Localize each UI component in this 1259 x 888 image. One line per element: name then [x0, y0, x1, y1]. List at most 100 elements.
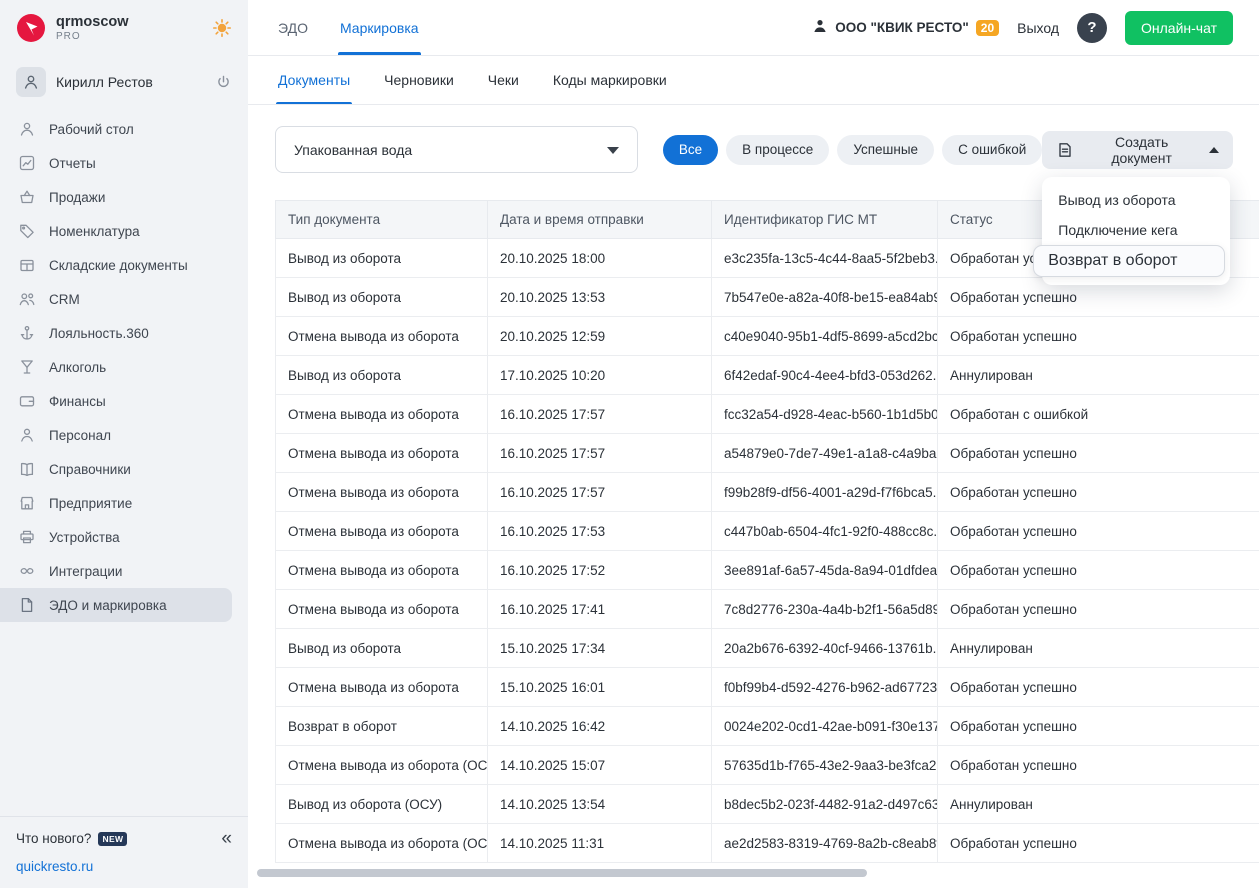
cell-date: 16.10.2025 17:57 [488, 473, 712, 512]
sidebar: qrmoscow PRO Кирилл Рестов Рабочий стол [0, 0, 248, 888]
cell-status: Обработан успешно [938, 551, 1259, 590]
cell-doc-type: Вывод из оборота (ОСУ) [276, 785, 488, 824]
help-button[interactable]: ? [1077, 13, 1107, 43]
filter-pill[interactable]: Успешные [837, 135, 934, 165]
sidebar-item[interactable]: Номенклатура [0, 214, 232, 248]
subtab[interactable]: Чеки [486, 56, 521, 104]
cell-doc-type: Вывод из оборота [276, 356, 488, 395]
create-document-button[interactable]: Создать документ [1042, 131, 1233, 169]
site-link[interactable]: quickresto.ru [16, 859, 232, 874]
sidebar-item[interactable]: Алкоголь [0, 350, 232, 384]
table-row[interactable]: Вывод из оборота 17.10.2025 10:20 6f42ed… [276, 356, 1259, 395]
cell-doc-type: Отмена вывода из оборота [276, 317, 488, 356]
cell-gis-id: 3ee891af-6a57-45da-8a94-01dfdea... [712, 551, 938, 590]
staff-icon [18, 426, 36, 444]
filter-pill[interactable]: В процессе [726, 135, 829, 165]
table-row[interactable]: Отмена вывода из оборота 16.10.2025 17:5… [276, 395, 1259, 434]
cell-gis-id: 6f42edaf-90c4-4ee4-bfd3-053d262... [712, 356, 938, 395]
workspace-icon [18, 120, 36, 138]
table-row[interactable]: Отмена вывода из оборота (ОСУ) 14.10.202… [276, 746, 1259, 785]
sidebar-item[interactable]: Продажи [0, 180, 232, 214]
sidebar-item[interactable]: Рабочий стол [0, 112, 232, 146]
user-name: Кирилл Рестов [56, 74, 153, 90]
cell-gis-id: 7b547e0e-a82a-40f8-be15-ea84ab9... [712, 278, 938, 317]
sidebar-item-label: Справочники [49, 462, 131, 477]
table-row[interactable]: Вывод из оборота 15.10.2025 17:34 20a2b6… [276, 629, 1259, 668]
cell-doc-type: Отмена вывода из оборота (ОСУ) [276, 824, 488, 863]
table-row[interactable]: Отмена вывода из оборота 20.10.2025 12:5… [276, 317, 1259, 356]
sidebar-item[interactable]: CRM [0, 282, 232, 316]
cell-gis-id: ae2d2583-8319-4769-8a2b-c8eab8f... [712, 824, 938, 863]
edo-icon [18, 596, 36, 614]
cell-gis-id: fcc32a54-d928-4eac-b560-1b1d5b0... [712, 395, 938, 434]
top-tab[interactable]: ЭДО [276, 0, 310, 55]
create-menu-item[interactable]: Возврат в оборот [1033, 245, 1225, 277]
power-icon[interactable] [215, 74, 232, 91]
sidebar-item-label: Продажи [49, 190, 105, 205]
subtabs: Документы Черновики Чеки Коды маркировки [248, 56, 1259, 105]
collapse-sidebar-icon[interactable]: « [221, 829, 232, 848]
column-header: Идентификатор ГИС МТ [712, 201, 938, 239]
sidebar-item[interactable]: Лояльность.360 [0, 316, 232, 350]
table-row[interactable]: Возврат в оборот 14.10.2025 16:42 0024e2… [276, 707, 1259, 746]
whats-new-link[interactable]: Что нового? [16, 831, 91, 846]
table-row[interactable]: Отмена вывода из оборота 16.10.2025 17:5… [276, 512, 1259, 551]
theme-toggle-icon[interactable] [212, 18, 232, 38]
table-row[interactable]: Отмена вывода из оборота (ОСУ) 14.10.202… [276, 824, 1259, 863]
logout-link[interactable]: Выход [1017, 20, 1059, 36]
nomenclature-icon [18, 222, 36, 240]
cell-date: 16.10.2025 17:57 [488, 395, 712, 434]
sidebar-item-label: Предприятие [49, 496, 132, 511]
table-row[interactable]: Отмена вывода из оборота 16.10.2025 17:5… [276, 434, 1259, 473]
cell-doc-type: Отмена вывода из оборота [276, 473, 488, 512]
document-icon [1056, 141, 1074, 159]
sidebar-item[interactable]: Устройства [0, 520, 232, 554]
sidebar-item[interactable]: Интеграции [0, 554, 232, 588]
table-row[interactable]: Отмена вывода из оборота 16.10.2025 17:5… [276, 551, 1259, 590]
horizontal-scrollbar[interactable] [257, 869, 867, 877]
account-menu[interactable]: ООО "КВИК РЕСТО" 20 [812, 18, 999, 37]
cell-date: 16.10.2025 17:53 [488, 512, 712, 551]
sidebar-item-label: Интеграции [49, 564, 122, 579]
cell-date: 20.10.2025 18:00 [488, 239, 712, 278]
sidebar-item-label: Алкоголь [49, 360, 106, 375]
cell-doc-type: Вывод из оборота [276, 239, 488, 278]
sidebar-item[interactable]: Складские документы [0, 248, 232, 282]
sidebar-item[interactable]: Предприятие [0, 486, 232, 520]
subtab[interactable]: Документы [276, 56, 352, 104]
app-plan: PRO [56, 31, 129, 43]
top-tab[interactable]: Маркировка [338, 0, 421, 55]
handbooks-icon [18, 460, 36, 478]
filter-pill[interactable]: Все [663, 135, 718, 165]
table-row[interactable]: Отмена вывода из оборота 15.10.2025 16:0… [276, 668, 1259, 707]
sidebar-header: qrmoscow PRO [0, 0, 248, 56]
create-menu-item[interactable]: Вывод из оборота [1042, 185, 1230, 215]
sidebar-item[interactable]: ЭДО и маркировка [0, 588, 232, 622]
table-row[interactable]: Отмена вывода из оборота 16.10.2025 17:5… [276, 473, 1259, 512]
subtab[interactable]: Черновики [382, 56, 456, 104]
table-row[interactable]: Вывод из оборота (ОСУ) 14.10.2025 13:54 … [276, 785, 1259, 824]
sidebar-item[interactable]: Персонал [0, 418, 232, 452]
cell-date: 15.10.2025 17:34 [488, 629, 712, 668]
create-menu-item[interactable]: Подключение кега [1042, 215, 1230, 245]
online-chat-button[interactable]: Онлайн-чат [1125, 11, 1233, 45]
cell-gis-id: 0024e202-0cd1-42ae-b091-f30e137... [712, 707, 938, 746]
column-header: Тип документа [276, 201, 488, 239]
filter-pill[interactable]: С ошибкой [942, 135, 1042, 165]
table-row[interactable]: Отмена вывода из оборота 16.10.2025 17:4… [276, 590, 1259, 629]
sidebar-item[interactable]: Справочники [0, 452, 232, 486]
cell-date: 16.10.2025 17:52 [488, 551, 712, 590]
cell-status: Обработан успешно [938, 512, 1259, 551]
filter-row: Упакованная вода Все В процессе [275, 126, 1259, 173]
user-menu[interactable]: Кирилл Рестов [8, 62, 240, 102]
sidebar-item[interactable]: Отчеты [0, 146, 232, 180]
sidebar-menu: Рабочий стол Отчеты Продажи Номенклатура [0, 112, 248, 622]
status-filter-pills: Все В процессе Успешные С ошибкой [663, 135, 1042, 165]
loyalty-icon [18, 324, 36, 342]
sidebar-item-label: Номенклатура [49, 224, 140, 239]
sidebar-item[interactable]: Финансы [0, 384, 232, 418]
topbar: ЭДО Маркировка ООО "КВИК РЕСТО" 20 Выход [248, 0, 1259, 56]
product-select[interactable]: Упакованная вода [275, 126, 638, 173]
app-logo-icon [16, 13, 46, 43]
subtab[interactable]: Коды маркировки [551, 56, 669, 104]
